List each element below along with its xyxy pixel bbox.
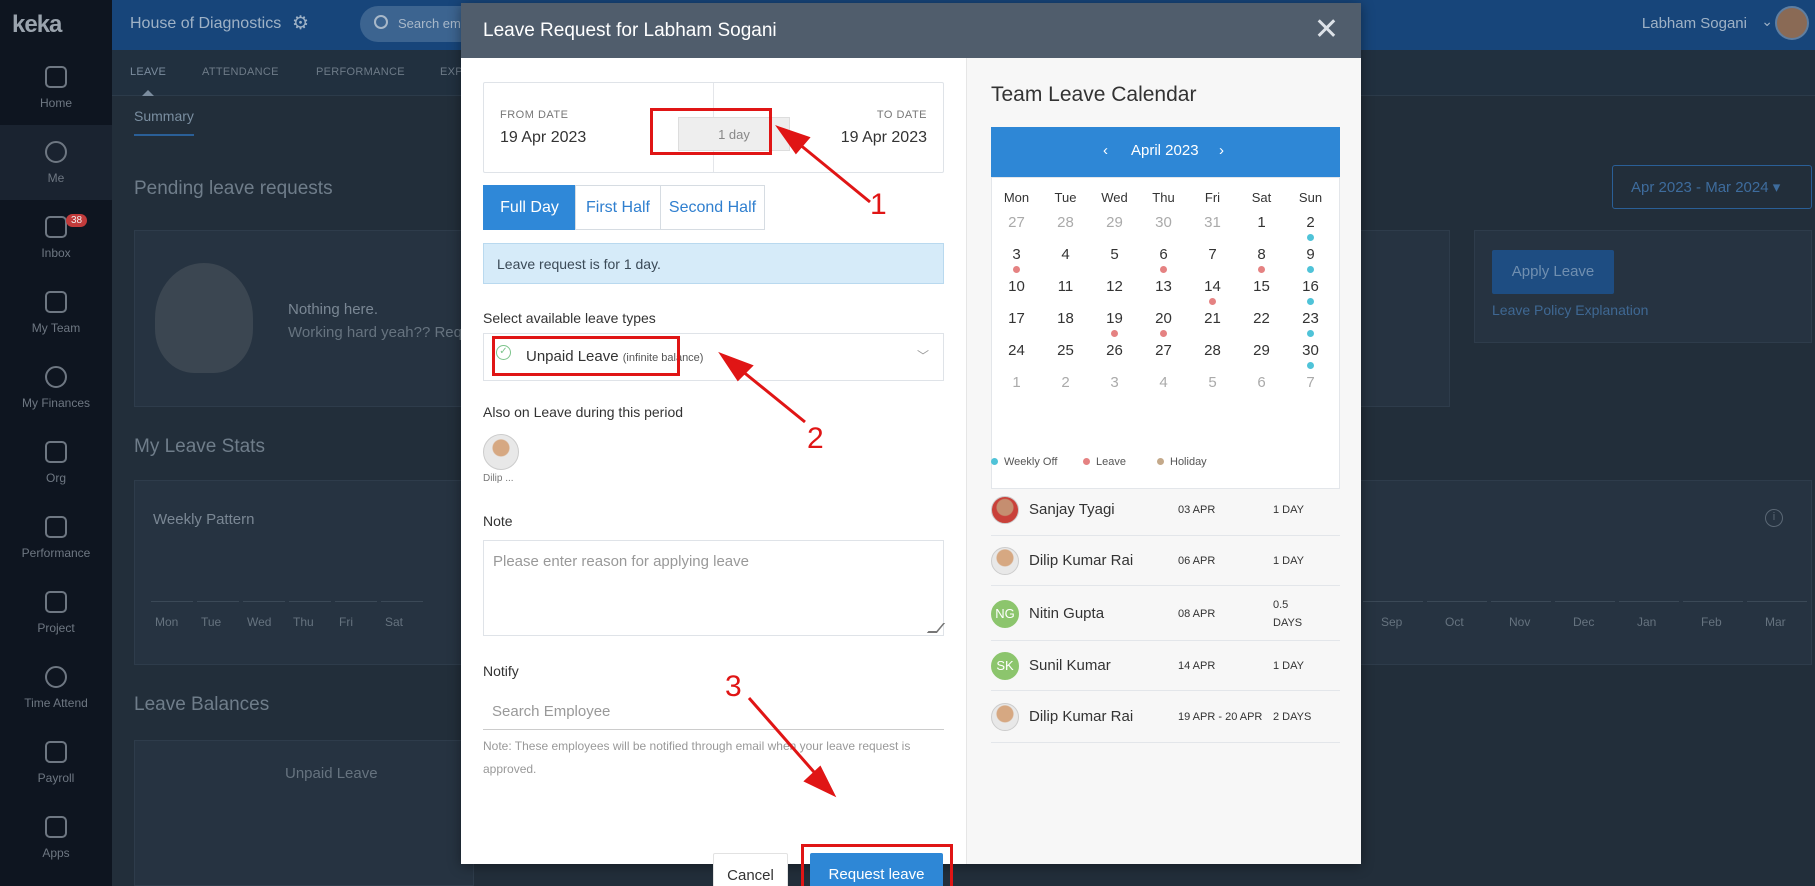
annotation-label-2: 2 xyxy=(807,422,824,455)
annotation-label-1: 1 xyxy=(870,188,887,221)
arrow-1-line xyxy=(792,137,871,204)
annotation-arrows xyxy=(718,125,871,798)
arrow-2-line xyxy=(735,364,806,424)
screen: keka Home Me Inbox 38 My Team My Finances… xyxy=(0,0,1815,886)
arrow-3-head xyxy=(803,765,837,798)
arrow-3-line xyxy=(747,697,823,781)
annotation-label-3: 3 xyxy=(725,670,742,703)
